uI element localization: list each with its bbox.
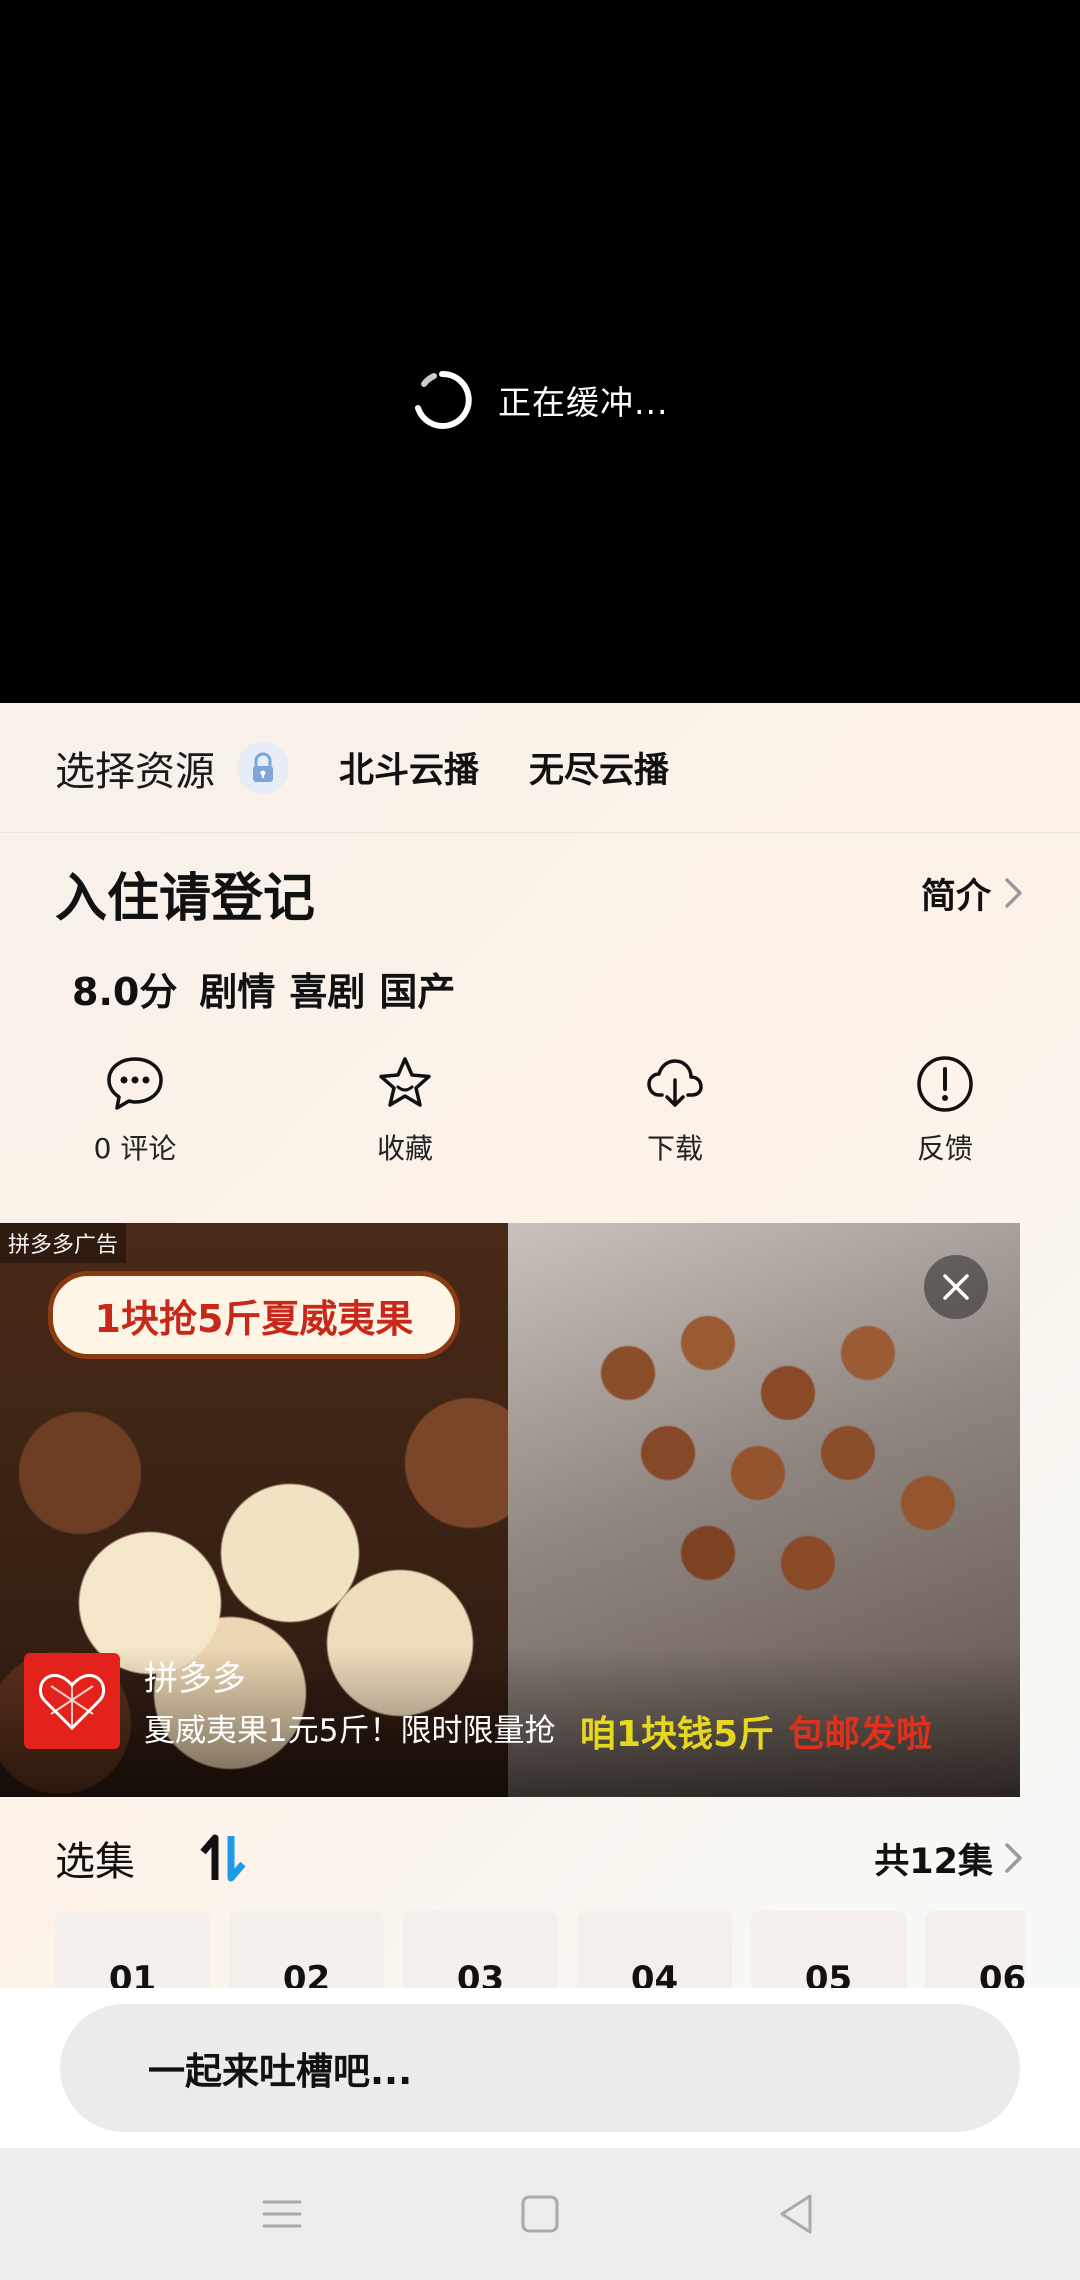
comment-button[interactable]: 0 评论 — [0, 1053, 270, 1183]
favorite-button[interactable]: 收藏 — [270, 1053, 540, 1183]
buffering-indicator: 正在缓冲... — [410, 368, 668, 432]
title-row: 入住请登记 简介 — [55, 858, 1025, 929]
feedback-button[interactable]: 反馈 — [810, 1053, 1080, 1183]
feedback-label: 反馈 — [916, 1132, 973, 1165]
genre-tag: 喜剧 — [289, 969, 366, 1014]
detail-content: 选择资源 北斗云播 无尽云播 入住请登记 简介 8.0分 剧情 喜剧 国产 0 … — [0, 703, 1080, 1988]
favorite-label: 收藏 — [376, 1132, 433, 1165]
score: 8.0分 — [72, 969, 178, 1014]
comment-icon — [107, 1057, 163, 1110]
ad-headline: 1块抢5斤夏威夷果 — [48, 1271, 460, 1359]
ad-close-button[interactable] — [924, 1255, 988, 1319]
ad-banner[interactable]: 拼多多广告 1块抢5斤夏威夷果 拼多多 夏威夷果1元5斤！限时限量抢 咱1块钱5… — [0, 1223, 1020, 1797]
action-bar: 0 评论 收藏 下载 反馈 — [0, 1053, 1080, 1183]
close-icon — [943, 1274, 969, 1300]
lock-icon[interactable] — [237, 741, 289, 794]
episode-list[interactable]: 01 02 03 04 05 06 — [55, 1911, 1025, 1988]
ad-tag: 拼多多广告 — [0, 1223, 127, 1263]
episode-item[interactable]: 03 — [403, 1911, 558, 1988]
menu-icon[interactable] — [256, 2188, 308, 2240]
ad-caption-yellow: 咱1块钱5斤 — [580, 1714, 775, 1755]
episode-item[interactable]: 04 — [577, 1911, 732, 1988]
genre-tag: 剧情 — [199, 969, 276, 1014]
ad-overlay-caption: 咱1块钱5斤 包邮发啦 — [580, 1705, 932, 1757]
genre-tag: 国产 — [379, 969, 456, 1014]
source-selector: 选择资源 北斗云播 无尽云播 — [0, 703, 1080, 833]
source-option-beidou[interactable]: 北斗云播 — [339, 742, 479, 793]
episode-count-link[interactable]: 共12集 — [874, 1833, 1025, 1884]
source-title: 选择资源 — [55, 748, 215, 795]
sort-icon[interactable] — [195, 1830, 251, 1886]
episode-item[interactable]: 02 — [229, 1911, 384, 1988]
star-icon — [379, 1057, 431, 1107]
comment-input[interactable]: 一起来吐槽吧... — [60, 2004, 1020, 2132]
home-icon[interactable] — [514, 2188, 566, 2240]
system-nav-bar — [0, 2148, 1080, 2280]
ad-description: 夏威夷果1元5斤！限时限量抢 — [144, 1713, 556, 1749]
show-title: 入住请登记 — [55, 868, 316, 929]
show-meta: 8.0分 剧情 喜剧 国产 — [72, 958, 469, 1018]
source-option-wujin[interactable]: 无尽云播 — [529, 742, 669, 793]
back-icon[interactable] — [770, 2188, 822, 2240]
episode-section-title: 选集 — [55, 1839, 135, 1885]
episode-item[interactable]: 01 — [55, 1911, 210, 1988]
episode-header: 选集 共12集 — [55, 1828, 1025, 1888]
ad-caption-red: 包邮发啦 — [788, 1714, 933, 1755]
ad-brand: 拼多多 — [144, 1659, 246, 1699]
episode-item[interactable]: 05 — [751, 1911, 906, 1988]
cloud-download-icon — [647, 1059, 703, 1107]
episode-item[interactable]: 06 — [925, 1911, 1025, 1988]
download-button[interactable]: 下载 — [540, 1053, 810, 1183]
comment-bar: 一起来吐槽吧... — [0, 1988, 1080, 2148]
episode-count: 共12集 — [874, 1841, 993, 1882]
heart-grid-icon — [39, 1673, 105, 1731]
pinduoduo-logo-icon — [24, 1653, 120, 1749]
loading-spinner-icon — [415, 370, 472, 429]
intro-link[interactable]: 简介 — [921, 868, 1025, 919]
download-label: 下载 — [646, 1132, 703, 1165]
video-player[interactable]: 正在缓冲... — [0, 0, 1080, 703]
intro-label: 简介 — [920, 876, 991, 917]
chevron-right-icon — [1005, 1843, 1022, 1873]
comment-label: 0 评论 — [93, 1132, 177, 1165]
alert-icon — [917, 1056, 973, 1112]
chevron-right-icon — [1005, 878, 1022, 908]
buffering-text: 正在缓冲... — [498, 383, 669, 422]
